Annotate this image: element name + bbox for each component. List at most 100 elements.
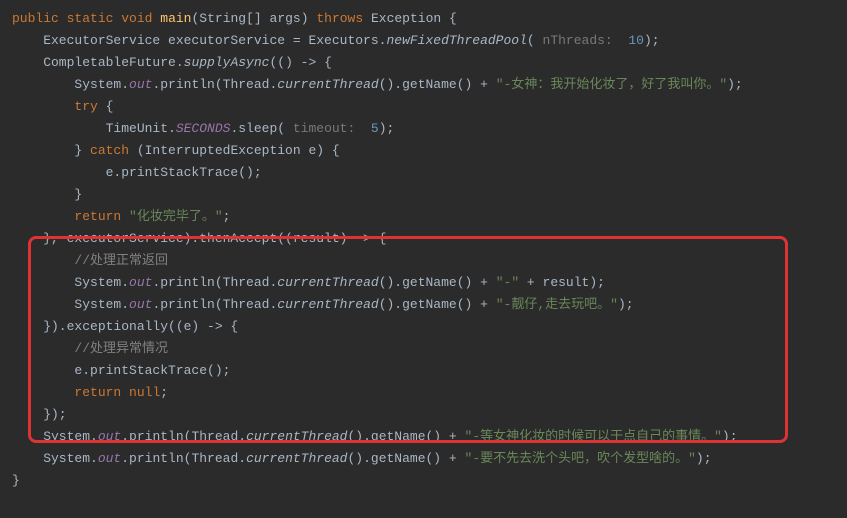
code-line: e.printStackTrace(); (0, 360, 847, 382)
number-literal: 10 (621, 33, 644, 48)
code-line: }); (0, 404, 847, 426)
code-text: .println(Thread. (152, 275, 277, 290)
static-field: SECONDS (176, 121, 231, 136)
code-text: ().getName() + (379, 275, 496, 290)
code-text (121, 385, 129, 400)
string-literal: "-" (496, 275, 519, 290)
code-text: .println(Thread. (121, 451, 246, 466)
code-line: try { (0, 96, 847, 118)
code-line: } (0, 470, 847, 492)
code-text: { (98, 99, 114, 114)
code-text: } (12, 143, 90, 158)
code-line: public static void main(String[] args) t… (0, 8, 847, 30)
code-line: ExecutorService executorService = Execut… (0, 30, 847, 52)
static-field: out (98, 451, 121, 466)
code-text: ; (160, 385, 168, 400)
param-hint: timeout: (293, 121, 363, 136)
code-line: } (0, 184, 847, 206)
code-text (12, 385, 74, 400)
code-text: .println(Thread. (121, 429, 246, 444)
string-literal: "-女神：我开始化妆了，好了我叫你。" (496, 77, 727, 92)
code-text: (() -> { (269, 55, 331, 70)
code-text: ); (618, 297, 634, 312)
code-text (121, 209, 129, 224)
code-text: ); (379, 121, 395, 136)
keyword-void: void (121, 11, 152, 26)
code-text: }).exceptionally((e) -> { (12, 319, 238, 334)
static-method: currentThread (277, 275, 378, 290)
code-text: }); (12, 407, 67, 422)
code-text: ().getName() + (379, 77, 496, 92)
static-method: currentThread (277, 297, 378, 312)
code-text: System. (12, 451, 98, 466)
code-text: ().getName() + (379, 297, 496, 312)
keyword-try: try (74, 99, 97, 114)
code-text: ; (223, 209, 231, 224)
code-text (12, 253, 74, 268)
code-text (12, 209, 74, 224)
code-text: TimeUnit. (12, 121, 176, 136)
code-editor[interactable]: public static void main(String[] args) t… (0, 8, 847, 492)
code-text: (InterruptedException e) { (129, 143, 340, 158)
static-method: currentThread (246, 429, 347, 444)
code-text: } (12, 473, 20, 488)
keyword-return: return (74, 385, 121, 400)
code-line: e.printStackTrace(); (0, 162, 847, 184)
static-method: newFixedThreadPool (386, 33, 526, 48)
code-line: return "化妆完毕了。"; (0, 206, 847, 228)
code-line: //处理异常情况 (0, 338, 847, 360)
code-text: System. (12, 77, 129, 92)
keyword-public: public (12, 11, 59, 26)
code-text: ); (722, 429, 738, 444)
code-line: System.out.println(Thread.currentThread(… (0, 294, 847, 316)
static-method: supplyAsync (184, 55, 270, 70)
keyword-null: null (129, 385, 160, 400)
code-text: System. (12, 297, 129, 312)
params: (String[] args) (192, 11, 309, 26)
code-line: System.out.println(Thread.currentThread(… (0, 272, 847, 294)
code-text: ExecutorService executorService = Execut… (12, 33, 386, 48)
code-text: ); (644, 33, 660, 48)
string-literal: "-靓仔,走去玩吧。" (496, 297, 618, 312)
code-text: ); (727, 77, 743, 92)
code-text: .println(Thread. (152, 77, 277, 92)
exception-type: Exception (371, 11, 441, 26)
string-literal: "-要不先去洗个头吧，吹个发型啥的。" (465, 451, 696, 466)
keyword-catch: catch (90, 143, 129, 158)
code-text: + result); (519, 275, 605, 290)
code-line: System.out.println(Thread.currentThread(… (0, 448, 847, 470)
code-text: .println(Thread. (152, 297, 277, 312)
keyword-static: static (67, 11, 114, 26)
static-field: out (98, 429, 121, 444)
code-line: CompletableFuture.supplyAsync(() -> { (0, 52, 847, 74)
code-line: }, executorService).thenAccept((result) … (0, 228, 847, 250)
code-line: } catch (InterruptedException e) { (0, 140, 847, 162)
code-text: CompletableFuture. (12, 55, 184, 70)
code-text: }, executorService).thenAccept((result) … (12, 231, 386, 246)
code-text (12, 341, 74, 356)
static-method: currentThread (277, 77, 378, 92)
code-line: return null; (0, 382, 847, 404)
string-literal: "化妆完毕了。" (129, 209, 223, 224)
param-hint: nThreads: (543, 33, 621, 48)
number-literal: 5 (363, 121, 379, 136)
code-line: System.out.println(Thread.currentThread(… (0, 426, 847, 448)
static-field: out (129, 297, 152, 312)
code-line: //处理正常返回 (0, 250, 847, 272)
comment: //处理异常情况 (74, 341, 168, 356)
static-field: out (129, 275, 152, 290)
code-text: ( (527, 33, 543, 48)
code-text (12, 99, 74, 114)
brace: { (441, 11, 457, 26)
code-text: e.printStackTrace(); (12, 165, 262, 180)
static-method: currentThread (246, 451, 347, 466)
code-text: e.printStackTrace(); (12, 363, 230, 378)
code-text: ); (696, 451, 712, 466)
code-line: }).exceptionally((e) -> { (0, 316, 847, 338)
code-line: System.out.println(Thread.currentThread(… (0, 74, 847, 96)
code-text: System. (12, 275, 129, 290)
keyword-throws: throws (316, 11, 363, 26)
code-line: TimeUnit.SECONDS.sleep( timeout: 5); (0, 118, 847, 140)
method-name: main (160, 11, 191, 26)
keyword-return: return (74, 209, 121, 224)
